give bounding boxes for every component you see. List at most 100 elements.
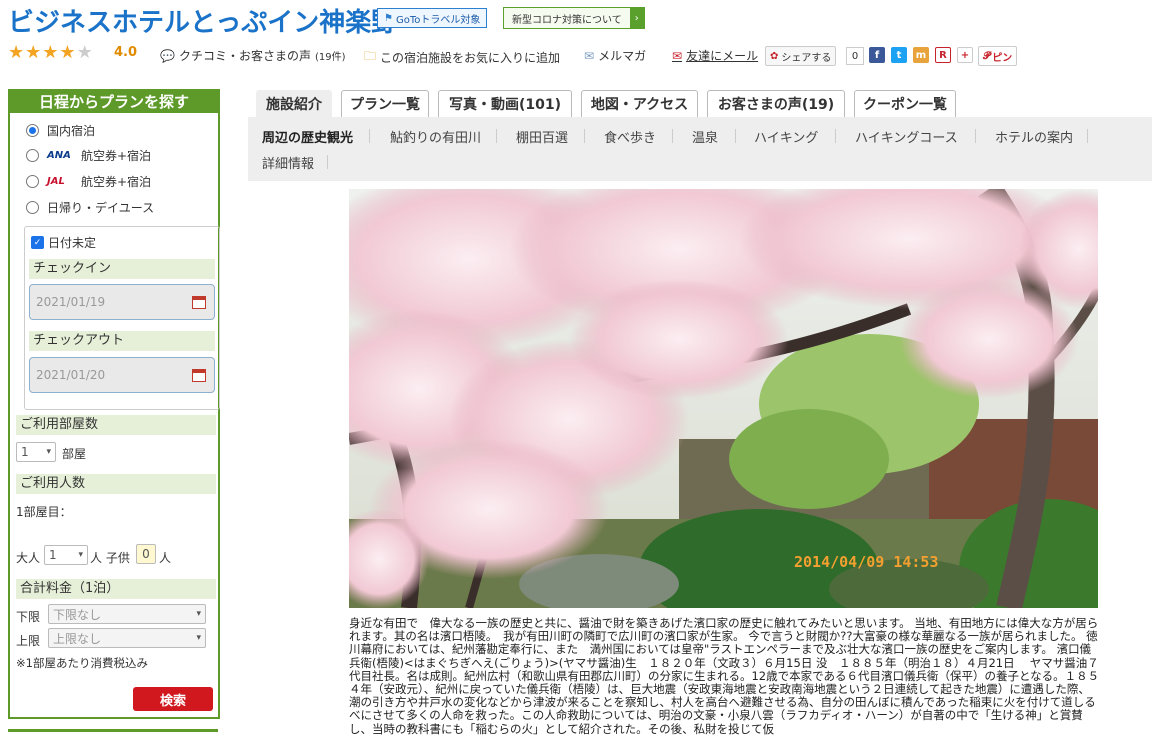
date-box: ✓ 日付未定 チェックイン 2021/01/19 チェックアウト 2021/01… [24,226,220,410]
calendar-icon[interactable] [192,296,206,309]
rooms-select[interactable]: 1 ▾ [16,442,56,462]
magazine-label: メルマガ [598,49,647,63]
min-price-label: 下限 [16,610,41,624]
child-unit: 人 [159,551,172,565]
radio-button[interactable] [26,201,39,214]
child-input[interactable]: 0 [136,544,156,564]
divider [584,129,585,143]
mail-friend-label: 友達にメール [686,49,759,63]
covid-badge-label: 新型コロナ対策について [512,14,622,26]
max-price-label: 上限 [16,634,41,648]
reviews-link[interactable]: 💬 クチコミ・お客さまの声 (19件) [160,47,346,64]
date-undecided-checkbox[interactable]: ✓ 日付未定 [31,234,96,251]
favorite-link[interactable]: 🗀 この宿泊施設をお気に入りに追加 [364,47,560,68]
radio-button[interactable] [26,149,39,162]
option-domestic[interactable]: 国内宿泊 [26,122,95,139]
magazine-link[interactable]: ✉ メルマガ [584,47,646,64]
hotel-title: ビジネスホテルとっぷイン神楽野 [8,8,398,38]
chevron-down-icon: ▾ [78,550,83,560]
option-day-use[interactable]: 日帰り・デイユース [26,199,154,216]
share-button[interactable]: ✿ シェアする [765,46,837,66]
max-price-select[interactable]: 上限なし ▾ [48,628,206,648]
radio-button[interactable] [26,175,39,188]
option-ana-flight-hotel[interactable]: ANA 航空券+宿泊 [26,147,151,164]
ana-logo: ANA [47,150,71,161]
divider [735,129,736,143]
check-icon[interactable]: ✓ [31,236,44,249]
min-price-select[interactable]: 下限なし ▾ [48,604,206,624]
subnav-hiking-course[interactable]: ハイキングコース [855,127,958,146]
search-button[interactable]: 検索 [133,687,213,711]
tab-coupons[interactable]: クーポン一覧 [854,90,956,117]
sidebar-title: 日程からプランを探す [8,89,220,113]
goto-travel-badge[interactable]: ⚑ GoToトラベル対象 [377,8,488,28]
option-label: 日帰り・デイユース [47,201,155,215]
checkin-input[interactable]: 2021/01/19 [29,284,215,320]
star-icon: ★ [8,42,25,63]
subnav-details[interactable]: 詳細情報 [262,153,314,172]
pinterest-button[interactable]: 𝓟 ピン [978,46,1018,66]
checkout-input[interactable]: 2021/01/20 [29,357,215,393]
price-label: 合計料金（1泊） [16,579,216,599]
covid-measures-badge[interactable]: 新型コロナ対策について › [503,7,645,29]
tab-reviews[interactable]: お客さまの声(19) [707,90,845,117]
tab-plans[interactable]: プラン一覧 [341,90,429,117]
reviews-count: (19件) [314,52,346,63]
checkout-label: チェックアウト [29,331,215,351]
facility-subnav: 周辺の歴史観光 鮎釣りの有田川 棚田百選 食べ歩き 温泉 ハイキング ハイキング… [248,117,1152,181]
min-price-value: 下限なし [53,607,102,622]
rakuten-icon[interactable]: R [935,47,951,63]
subnav-hotel-guide[interactable]: ホテルの案内 [995,127,1073,146]
subnav-terraces[interactable]: 棚田百選 [516,127,568,146]
tab-facility-intro[interactable]: 施設紹介 [256,90,332,117]
star-icon: ★ [25,42,42,63]
rooms-unit: 部屋 [62,447,87,461]
facility-description: 身近な有田で 偉大なる一族の歴史と共に、醤油で財を築きあげた濱口家の歴史に触れて… [349,616,1100,736]
jal-logo: JAL [47,176,65,187]
pinterest-icon: 𝓟 [983,50,991,62]
tab-map-access[interactable]: 地図・アクセス [581,90,698,117]
tax-note: ※1部屋あたり消費税込み [16,656,148,670]
child-value: 0 [142,547,150,561]
divider [327,155,328,169]
pin-label: ピン [992,52,1013,64]
checkin-value: 2021/01/19 [36,295,106,309]
divider [975,129,976,143]
subnav-onsen[interactable]: 温泉 [692,127,718,146]
rooms-value: 1 [21,445,29,459]
plus-icon[interactable]: + [957,47,973,63]
people-label: ご利用人数 [16,474,216,494]
room1-label: 1部屋目： [16,505,72,519]
cherry-blossom-photo: 2014/04/09 14:53 [349,189,1098,608]
sidebar-next-box [8,729,218,742]
adult-value: 1 [49,548,57,562]
divider [1087,129,1088,143]
star-empty-icon: ★ [76,42,93,63]
adult-select[interactable]: 1 ▾ [44,545,88,565]
adult-unit: 人 子供 [90,551,130,565]
star-icon: ★ [59,42,76,63]
checkin-label: チェックイン [29,259,215,279]
radio-button[interactable] [26,124,39,137]
facebook-icon[interactable]: f [869,47,885,63]
max-price-value: 上限なし [53,631,102,646]
twitter-icon[interactable]: t [891,47,907,63]
mail-friend-link[interactable]: ✉ 友達にメール [672,47,758,64]
calendar-icon[interactable] [192,369,206,382]
tab-photos-videos[interactable]: 写真・動画(101) [438,90,572,117]
rooms-label: ご利用部屋数 [16,415,216,435]
rating-value: 4.0 [114,45,138,60]
divider [496,129,497,143]
option-label: 航空券+宿泊 [81,175,152,189]
mixi-icon[interactable]: m [913,47,929,63]
divider [369,129,370,143]
subnav-hiking[interactable]: ハイキング [754,127,818,146]
option-jal-flight-hotel[interactable]: JAL 航空券+宿泊 [26,173,151,190]
subnav-history[interactable]: 周辺の歴史観光 [262,127,353,146]
subnav-fishing[interactable]: 鮎釣りの有田川 [390,127,481,146]
plan-search-sidebar: 日程からプランを探す 国内宿泊 ANA 航空券+宿泊 JAL 航空券+宿泊 日帰… [8,89,220,719]
chevron-down-icon: ▾ [196,633,201,643]
option-label: 国内宿泊 [47,124,96,138]
subnav-food[interactable]: 食べ歩き [604,127,656,146]
photo-timestamp: 2014/04/09 14:53 [794,553,939,571]
